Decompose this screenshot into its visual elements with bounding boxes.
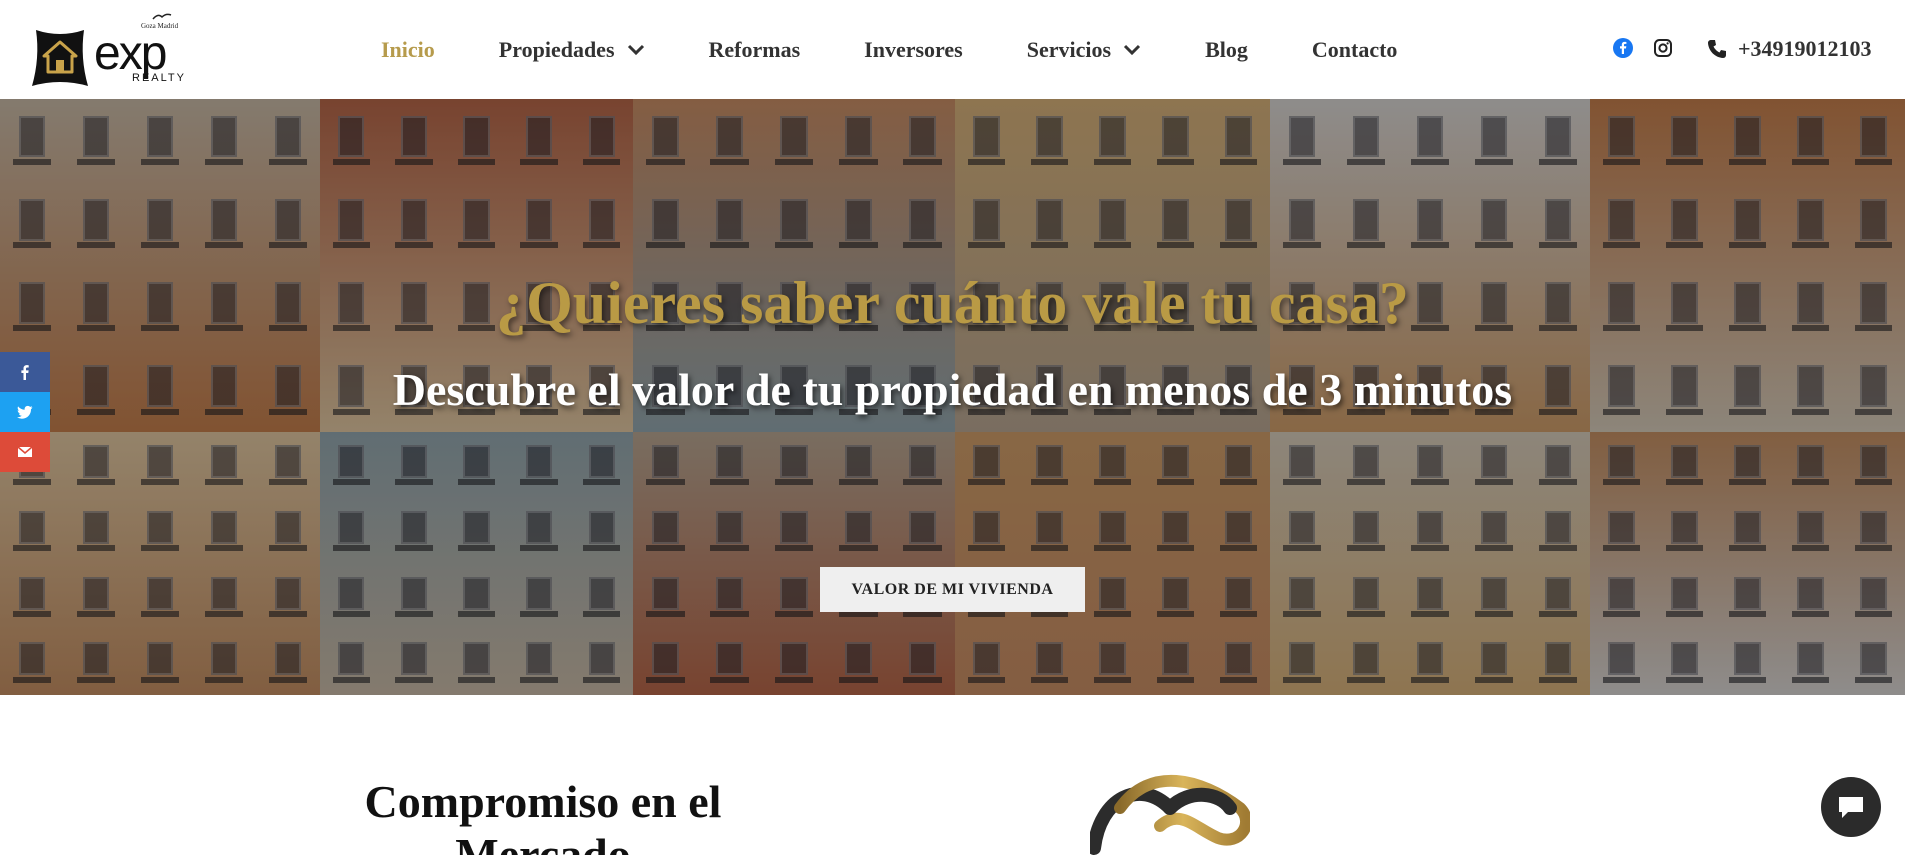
logo-wordmark: exp [94,27,167,80]
nav-item-inicio[interactable]: Inicio [381,37,435,63]
facebook-icon[interactable] [1613,38,1633,58]
nav-item-propiedades[interactable]: Propiedades [499,37,645,63]
infinity-logo-icon [1090,774,1250,855]
chat-bubble-icon [1839,797,1863,818]
facebook-icon [21,365,29,380]
hero-title: ¿Quieres saber cuánto vale tu casa? [496,270,1409,336]
chevron-down-icon [627,44,644,55]
nav-label: Servicios [1026,36,1112,62]
twitter-icon [17,405,33,419]
header-social-links [1613,38,1673,58]
chat-button[interactable] [1821,777,1881,837]
nav-item-contacto[interactable]: Contacto [1312,37,1398,63]
home-badge-icon [32,30,88,86]
nav-label: Inversores [864,36,963,62]
nav-label: Reformas [708,36,801,62]
share-twitter-button[interactable] [0,392,50,432]
hero-banner: ¿Quieres saber cuánto vale tu casa? Desc… [0,99,1905,695]
share-facebook-button[interactable] [0,352,50,392]
nav-label: Inicio [381,36,435,62]
nav-item-inversores[interactable]: Inversores [864,37,963,63]
nav-item-reformas[interactable]: Reformas [709,37,801,63]
nav-label: Propiedades [498,36,615,62]
chevron-down-icon [1124,44,1141,55]
hero-subtitle: Descubre el valor de tu propiedad en men… [392,364,1513,415]
nav-item-blog[interactable]: Blog [1205,37,1248,63]
share-email-button[interactable] [0,432,50,472]
instagram-icon[interactable] [1653,38,1673,58]
main-nav: Inicio Propiedades Reformas Inversores S… [381,0,1461,99]
logo-subword: REALTY [132,72,186,84]
site-header: Goza Madrid exp REALTY Inicio Propiedade… [0,0,1905,99]
email-icon [17,446,33,457]
section-title: Compromiso en el Mercado [364,776,722,855]
phone-icon [1708,40,1726,58]
phone-link[interactable]: +34919012103 [1706,36,1872,62]
site-logo[interactable]: Goza Madrid exp REALTY [28,10,198,90]
nav-item-servicios[interactable]: Servicios [1027,37,1141,63]
share-bar [0,352,50,472]
valuation-button[interactable]: VALOR DE MI VIVIENDA [820,567,1085,612]
nav-label: Contacto [1311,36,1398,62]
phone-number: +34919012103 [1738,36,1872,61]
bird-icon [152,13,172,20]
nav-label: Blog [1205,36,1248,62]
